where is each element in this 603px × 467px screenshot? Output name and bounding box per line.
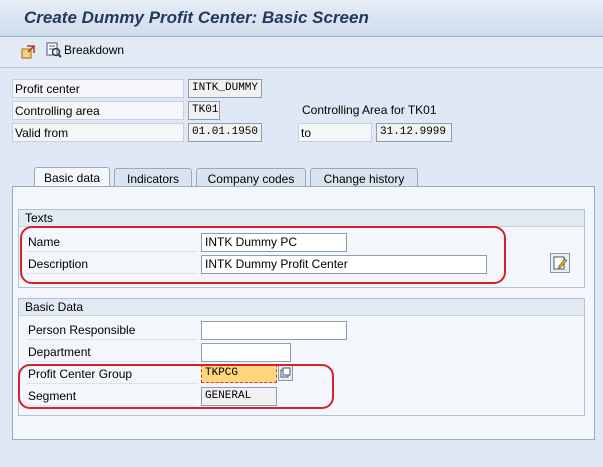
value-help-icon [280, 367, 291, 378]
name-label: Name [26, 232, 198, 252]
name-field[interactable]: INTK Dummy PC [201, 233, 347, 252]
valid-from-field[interactable]: 01.01.1950 [188, 123, 262, 142]
controlling-area-label: Controlling area [12, 101, 184, 120]
breakdown-button[interactable]: Breakdown [46, 42, 124, 58]
profit-center-group-field[interactable]: TKPCG [201, 364, 277, 383]
controlling-area-field[interactable]: TK01 [188, 101, 220, 120]
tab-company-codes[interactable]: Company codes [196, 168, 306, 188]
description-field[interactable]: INTK Dummy Profit Center [201, 255, 487, 274]
long-text-button[interactable] [550, 253, 570, 273]
valid-to-label: to [298, 123, 372, 142]
valid-to-field[interactable]: 31.12.9999 [376, 123, 452, 142]
person-responsible-label: Person Responsible [26, 320, 198, 340]
texts-group-title: Texts [19, 210, 584, 227]
department-label: Department [26, 342, 198, 362]
department-field[interactable] [201, 343, 291, 362]
description-label: Description [26, 254, 198, 274]
profit-center-label: Profit center [12, 79, 184, 98]
profit-center-group-label: Profit Center Group [26, 364, 198, 384]
controlling-area-description: Controlling Area for TK01 [302, 103, 437, 117]
switch-object-icon [21, 45, 35, 59]
page-title: Create Dummy Profit Center: Basic Screen [24, 8, 369, 27]
other-object-button[interactable] [20, 44, 36, 63]
breakdown-label: Breakdown [64, 43, 125, 57]
segment-field[interactable]: GENERAL [201, 387, 277, 406]
edit-pencil-icon [553, 256, 568, 270]
basic-data-group-title: Basic Data [19, 299, 584, 316]
tab-change-history[interactable]: Change history [310, 168, 418, 188]
value-help-button[interactable] [278, 365, 293, 381]
magnifier-list-icon [46, 42, 62, 58]
person-responsible-field[interactable] [201, 321, 347, 340]
valid-from-label: Valid from [12, 123, 184, 142]
segment-label: Segment [26, 386, 198, 406]
profit-center-field[interactable]: INTK_DUMMY [188, 79, 262, 98]
tab-indicators[interactable]: Indicators [114, 168, 192, 188]
